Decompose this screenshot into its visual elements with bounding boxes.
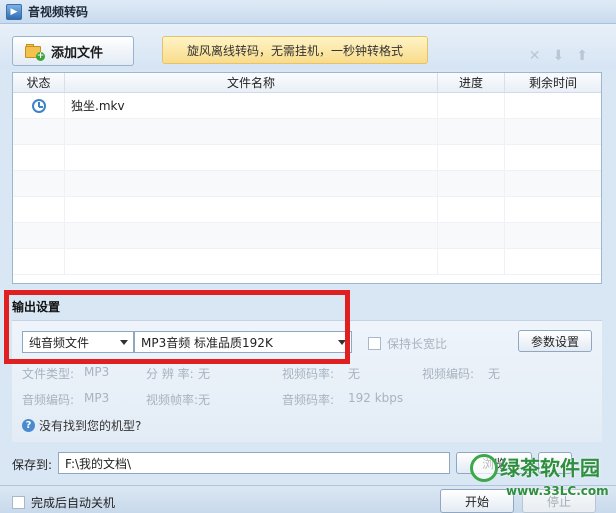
save-path-input[interactable] bbox=[58, 452, 450, 474]
empty-row bbox=[13, 249, 601, 275]
save-label: 保存到: bbox=[12, 458, 53, 472]
browse-button[interactable]: 浏览 bbox=[456, 452, 532, 474]
folder-add-icon: + bbox=[25, 43, 45, 61]
video-codec-value: 无 bbox=[488, 367, 501, 381]
app-icon: ▶ bbox=[6, 3, 22, 20]
file-progress bbox=[438, 93, 505, 118]
file-list-header: 状态 文件名称 进度 剩余时间 bbox=[13, 73, 601, 93]
arrow-down-icon[interactable]: ⬇ bbox=[553, 48, 565, 64]
video-codec-label: 视频编码: bbox=[422, 367, 475, 381]
column-status[interactable]: 状态 bbox=[13, 73, 65, 92]
file-list: 状态 文件名称 进度 剩余时间 独坐.mkv bbox=[12, 72, 602, 284]
clock-icon bbox=[31, 98, 46, 113]
file-name: 独坐.mkv bbox=[65, 93, 438, 118]
start-button[interactable]: 开始 bbox=[440, 489, 514, 513]
empty-row bbox=[13, 171, 601, 197]
resolution-value: 无 bbox=[198, 367, 211, 381]
checkbox-box bbox=[368, 337, 381, 350]
auto-shutdown-checkbox[interactable]: 完成后自动关机 bbox=[12, 494, 115, 511]
close-icon[interactable]: ✕ bbox=[529, 48, 541, 64]
resolution-label: 分 辨 率: bbox=[146, 367, 194, 381]
audio-bitrate-value: 192 kbps bbox=[348, 391, 404, 405]
bottom-bar: 完成后自动关机 开始 停止 bbox=[0, 485, 616, 513]
column-remaining[interactable]: 剩余时间 bbox=[505, 73, 601, 92]
file-type-label: 文件类型: bbox=[22, 367, 75, 381]
audio-codec-label: 音频编码: bbox=[22, 393, 75, 407]
help-link-text: 没有找到您的机型? bbox=[39, 419, 142, 433]
help-link[interactable]: ? 没有找到您的机型? bbox=[22, 417, 141, 434]
audio-bitrate-label: 音频码率: bbox=[282, 393, 335, 407]
param-settings-button[interactable]: 参数设置 bbox=[518, 330, 592, 352]
stop-button[interactable]: 停止 bbox=[522, 489, 596, 513]
file-remaining bbox=[505, 93, 601, 118]
keep-ratio-label: 保持长宽比 bbox=[387, 337, 448, 351]
title-bar: ▶ 音视频转码 bbox=[0, 0, 616, 24]
keep-ratio-checkbox[interactable]: 保持长宽比 bbox=[368, 335, 447, 352]
video-bitrate-value: 无 bbox=[348, 367, 361, 381]
promo-banner[interactable]: 旋风离线转码，无需挂机，一秒钟转格式 bbox=[162, 36, 428, 64]
column-name[interactable]: 文件名称 bbox=[65, 73, 438, 92]
audio-codec-value: MP3 bbox=[84, 391, 110, 405]
file-list-body: 独坐.mkv bbox=[13, 93, 601, 275]
table-row[interactable]: 独坐.mkv bbox=[13, 93, 601, 119]
file-type-value: MP3 bbox=[84, 365, 110, 379]
empty-row bbox=[13, 145, 601, 171]
arrow-up-icon[interactable]: ⬆ bbox=[576, 48, 588, 64]
empty-row bbox=[13, 119, 601, 145]
window-title: 音视频转码 bbox=[28, 5, 89, 19]
column-progress[interactable]: 进度 bbox=[438, 73, 505, 92]
list-controls: ✕ ⬇ ⬆ bbox=[529, 48, 588, 64]
auto-shutdown-label: 完成后自动关机 bbox=[31, 496, 116, 510]
checkbox-box bbox=[12, 496, 25, 509]
video-framerate-label: 视频帧率: bbox=[146, 393, 199, 407]
empty-row bbox=[13, 197, 601, 223]
add-file-label: 添加文件 bbox=[51, 45, 104, 61]
help-icon: ? bbox=[22, 419, 35, 432]
open-folder-button[interactable] bbox=[538, 452, 572, 474]
video-bitrate-label: 视频码率: bbox=[282, 367, 335, 381]
add-file-button[interactable]: + 添加文件 bbox=[12, 36, 134, 66]
save-row: 保存到: 浏览 bbox=[12, 452, 602, 474]
highlight-box bbox=[4, 290, 350, 364]
video-framerate-value: 无 bbox=[198, 393, 211, 407]
toolbar: + 添加文件 旋风离线转码，无需挂机，一秒钟转格式 ✕ ⬇ ⬆ bbox=[0, 24, 616, 70]
empty-row bbox=[13, 223, 601, 249]
